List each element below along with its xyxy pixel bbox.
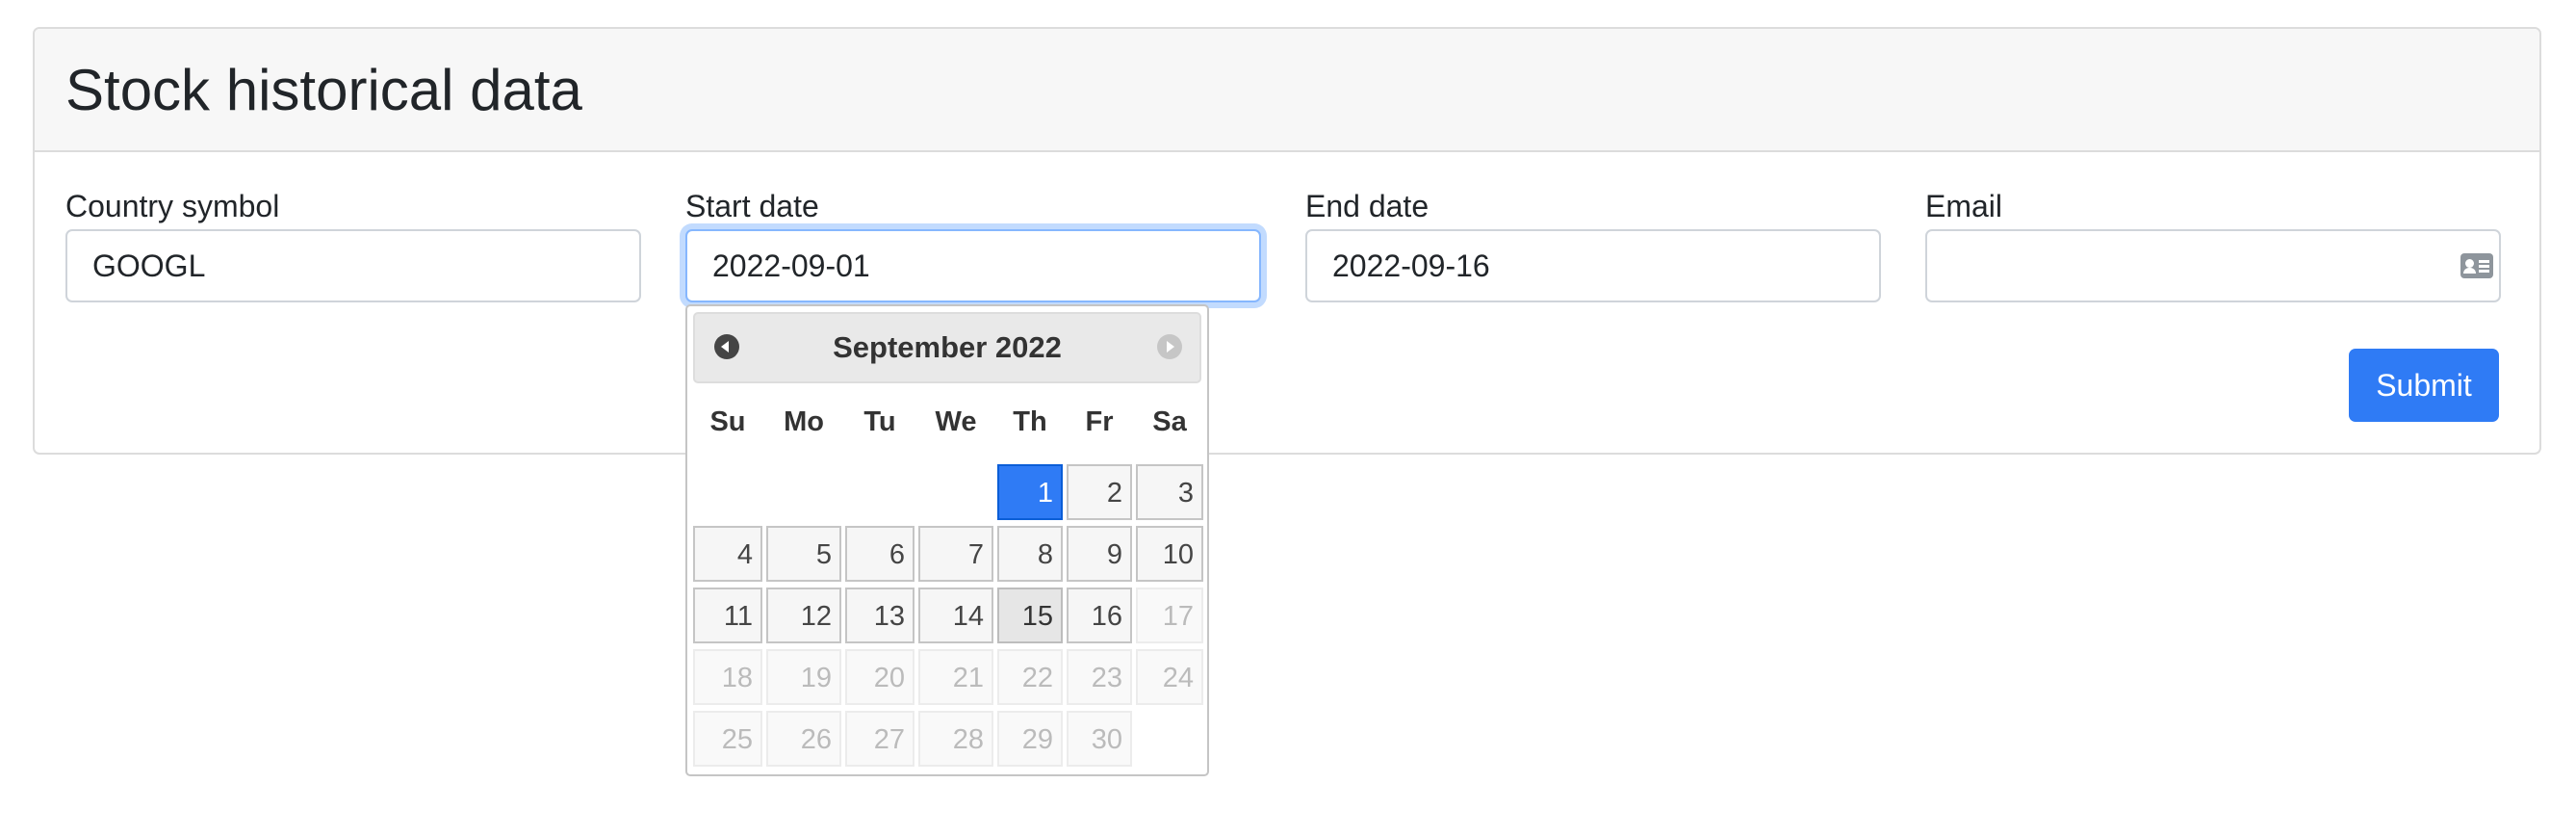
calendar-day-16[interactable]: 16	[1067, 588, 1132, 643]
end-date-label: End date	[1305, 189, 1430, 223]
weekday-header-mo: Mo	[784, 406, 824, 437]
calendar-day-21: 21	[918, 649, 993, 705]
weekday-header-th: Th	[1013, 406, 1047, 437]
calendar-day-11[interactable]: 11	[693, 588, 762, 643]
calendar-day-7[interactable]: 7	[918, 526, 993, 582]
card-header: Stock historical data	[35, 29, 2539, 152]
email-input[interactable]	[1925, 229, 2501, 302]
calendar-day-1[interactable]: 1	[997, 464, 1063, 520]
calendar-day-15[interactable]: 15	[997, 588, 1063, 643]
submit-button[interactable]: Submit	[2349, 349, 2499, 422]
next-month-icon[interactable]	[1157, 334, 1182, 359]
calendar-day-26: 26	[766, 711, 841, 767]
calendar-day-13[interactable]: 13	[845, 588, 914, 643]
calendar-day-2[interactable]: 2	[1067, 464, 1132, 520]
calendar-day-25: 25	[693, 711, 762, 767]
datepicker-popup: September 2022 Su Mo Tu We Th Fr Sa 1 2 3 4 5 6 7 8 9 10…	[685, 304, 1209, 776]
calendar-day-4[interactable]: 4	[693, 526, 762, 582]
datepicker-month-title: September 2022	[833, 330, 1062, 364]
calendar-day-12[interactable]: 12	[766, 588, 841, 643]
end-date-input[interactable]	[1305, 229, 1881, 302]
calendar-day-20: 20	[845, 649, 914, 705]
calendar-day-18: 18	[693, 649, 762, 705]
country-symbol-label: Country symbol	[65, 189, 280, 223]
weekday-header-fr: Fr	[1085, 406, 1114, 437]
calendar-day-29: 29	[997, 711, 1063, 767]
calendar-day-9[interactable]: 9	[1067, 526, 1132, 582]
calendar-day-5[interactable]: 5	[766, 526, 841, 582]
contact-card-icon[interactable]	[2460, 253, 2493, 278]
weekday-header-we: We	[935, 406, 977, 437]
start-date-label: Start date	[685, 189, 819, 223]
email-label: Email	[1925, 189, 2003, 223]
calendar-day-10[interactable]: 10	[1136, 526, 1203, 582]
page-title: Stock historical data	[65, 57, 582, 122]
weekday-header-tu: Tu	[863, 406, 896, 437]
start-date-input[interactable]	[685, 229, 1261, 302]
calendar-day-17: 17	[1136, 588, 1203, 643]
calendar-day-19: 19	[766, 649, 841, 705]
calendar-day-27: 27	[845, 711, 914, 767]
calendar-day-30: 30	[1067, 711, 1132, 767]
calendar-day-24: 24	[1136, 649, 1203, 705]
calendar-day-8[interactable]: 8	[997, 526, 1063, 582]
calendar-day-6[interactable]: 6	[845, 526, 914, 582]
calendar-day-3[interactable]: 3	[1136, 464, 1203, 520]
country-symbol-input[interactable]	[65, 229, 641, 302]
calendar-day-23: 23	[1067, 649, 1132, 705]
weekday-header-sa: Sa	[1152, 406, 1187, 437]
calendar-day-28: 28	[918, 711, 993, 767]
weekday-header-su: Su	[709, 406, 746, 437]
calendar-day-14[interactable]: 14	[918, 588, 993, 643]
datepicker-header: September 2022	[693, 312, 1201, 383]
calendar-day-22: 22	[997, 649, 1063, 705]
